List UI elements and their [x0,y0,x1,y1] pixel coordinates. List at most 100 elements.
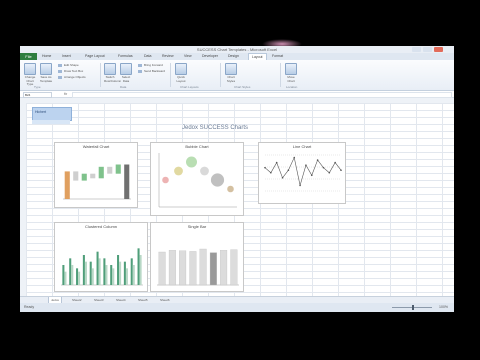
selected-cell[interactable]: Hichert [32,107,72,121]
tab-insert[interactable]: Insert [62,53,71,60]
column-bar [78,271,81,285]
minimize-button[interactable] [412,47,421,52]
single-bar [189,251,197,286]
single-bar [168,250,176,286]
column-bar [64,271,67,285]
line-point [305,164,307,166]
group-label-type: Type [34,85,41,89]
single-bar-chart[interactable]: Single Bar [150,222,244,292]
waterfall-bar [90,173,96,179]
waterfall-bar [98,166,104,179]
quick-layout-button[interactable]: Quick Layout [175,63,187,83]
group-separator [170,63,171,87]
column-bar [71,265,74,285]
column-bar [117,255,120,285]
group-label-data: Data [120,85,127,89]
line-point [316,159,319,161]
column-bar [139,255,142,285]
bubble-point [174,166,183,176]
save-as-template-button[interactable]: Save As Template [40,63,52,83]
switch-row-column-button[interactable]: Switch Row/Column [104,63,121,83]
column-bar [123,261,126,285]
bring-forward-item[interactable]: Bring Forward [138,63,163,68]
waterfall-bar [115,164,121,174]
tab-formulas[interactable]: Formulas [118,53,133,60]
tab-design[interactable]: Design [228,53,239,60]
status-bar: Ready 100% [20,303,454,312]
select-data-button[interactable]: Select Data [120,63,132,83]
column-bar [69,258,72,285]
maximize-button[interactable] [423,47,432,52]
move-chart-icon [285,63,297,75]
tab-file[interactable]: File [20,53,37,60]
column-bar [132,265,135,285]
column-bar [119,261,122,285]
single-bar [199,248,207,286]
clustered-column-chart[interactable]: Clustered Column [54,222,148,292]
waterfall-chart-plot [63,164,131,200]
column-bar [125,268,128,285]
single-bar [179,250,187,286]
tab-layout[interactable]: Layout [248,53,267,60]
close-button[interactable] [434,47,443,52]
edit-shape-item[interactable]: Edit Shape [58,63,79,68]
group-separator [100,63,101,87]
line-chart-plot [264,154,342,192]
line-point [264,166,266,169]
column-bar [76,268,79,285]
column-bar [96,251,99,285]
clustered-column-plot [61,248,143,286]
single-bar [230,249,238,286]
line-chart[interactable]: Line Chart [258,142,346,204]
column-bar [137,248,140,285]
line-point [328,171,331,174]
selected-cell-label: Hichert [35,110,47,114]
draw-text-box-item[interactable]: Draw Text Box [58,69,83,74]
fx-icon[interactable]: fx [64,91,67,97]
column-bar [103,258,106,285]
bubble-point [162,176,169,184]
window-title: SUCCESS Chart Templates - Microsoft Exce… [196,47,278,52]
layout-icon [175,63,187,75]
tab-format[interactable]: Format [272,53,283,60]
send-backward-item[interactable]: Send Backward [138,69,165,74]
zoom-level: 100% [439,305,448,309]
select-data-icon [120,63,132,75]
column-bar [112,268,115,285]
waterfall-bar [124,164,130,199]
dashboard-title: Jedox SUCCESS Charts [181,125,249,131]
waterfall-bar [64,171,70,199]
single-bar [209,252,217,286]
column-bar [130,258,133,285]
move-chart-button[interactable]: Move Chart [285,63,297,83]
excel-window: SUCCESS Chart Templates - Microsoft Exce… [20,46,454,312]
tab-review[interactable]: Review [162,53,173,60]
column-bar [91,268,94,285]
tab-home[interactable]: Home [42,53,51,60]
column-bar [89,261,92,285]
tab-view[interactable]: View [184,53,192,60]
arrange-objects-item[interactable]: Arrange Objects [58,75,86,80]
zoom-slider-handle[interactable] [412,305,414,310]
switch-icon [104,63,116,75]
line-series [264,156,342,186]
tab-developer[interactable]: Developer [202,53,218,60]
tab-page-layout[interactable]: Page Layout [85,53,105,60]
single-bar-plot [157,248,239,286]
change-chart-type-button[interactable]: Change Chart Type [24,63,36,87]
waterfall-bar [107,166,113,174]
column-bar [98,258,101,285]
title-bar: SUCCESS Chart Templates - Microsoft Exce… [20,46,454,53]
tab-data[interactable]: Data [144,53,151,60]
waterfall-bar [73,171,79,181]
line-point [293,156,296,159]
waterfall-chart[interactable]: Waterfall Chart [54,142,138,208]
group-separator [280,63,281,87]
chart-type-icon [24,63,36,75]
group-label-location: Location [286,85,298,89]
ribbon-tabs: File Home Insert Page Layout Formulas Da… [20,53,454,60]
single-bar [220,250,228,286]
bubble-chart[interactable]: Bubble Chart [150,142,244,216]
bubble-point [210,173,225,187]
chart-styles-button[interactable]: Chart Styles [225,63,237,83]
